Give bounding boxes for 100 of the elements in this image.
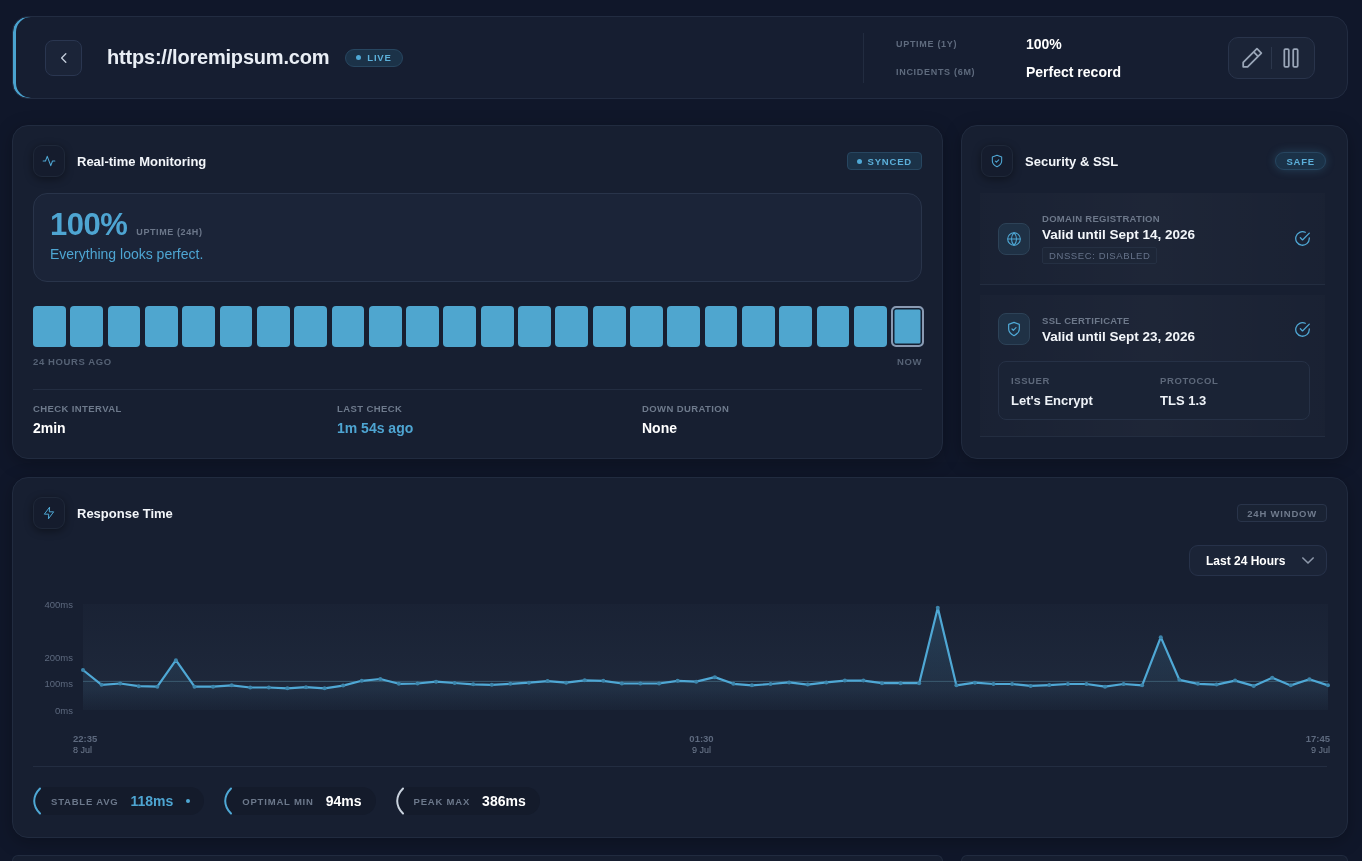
data-point	[1326, 683, 1330, 688]
heartbeat-bar[interactable]	[891, 306, 924, 347]
data-point	[99, 682, 104, 687]
data-point	[1065, 682, 1070, 687]
data-point	[1307, 677, 1312, 682]
uptime-message: Everything looks perfect.	[50, 246, 205, 262]
detail-label: PROTOCOL	[1160, 375, 1220, 386]
heartbeat-bar[interactable]	[704, 306, 738, 347]
data-point	[266, 685, 271, 690]
metric-label: DOWN DURATION	[642, 403, 731, 414]
data-point	[917, 681, 922, 686]
data-point	[898, 681, 903, 686]
stat-label: PEAK MAX	[413, 795, 471, 807]
heartbeat-bar[interactable]	[368, 306, 402, 347]
axis-label: 400ms	[44, 598, 73, 610]
heartbeat-bar[interactable]	[741, 306, 775, 347]
card-title: Response Time	[77, 505, 173, 521]
data-point	[787, 680, 792, 685]
globe-icon	[998, 222, 1030, 255]
heartbeat-bar[interactable]	[779, 306, 813, 347]
data-point	[582, 678, 587, 683]
data-point	[526, 680, 531, 685]
lightning-icon	[33, 497, 65, 529]
data-point	[1233, 678, 1238, 683]
metric-value: 1m 54s ago	[337, 420, 415, 436]
heartbeat-bar[interactable]	[256, 306, 290, 347]
chevron-left-icon	[60, 52, 67, 63]
data-point	[378, 677, 383, 681]
heartbeat-bar[interactable]	[443, 306, 477, 347]
data-point	[322, 686, 327, 691]
chevron-down-icon	[1302, 557, 1314, 564]
data-point	[1177, 677, 1182, 682]
data-point	[248, 685, 253, 690]
heartbeat-bar[interactable]	[107, 306, 141, 347]
data-point	[545, 679, 550, 684]
metric-value: 2min	[33, 420, 67, 436]
status-dot-icon	[186, 799, 191, 803]
detail-value: TLS 1.3	[1160, 393, 1208, 408]
data-point	[935, 605, 940, 610]
shield-check-icon	[981, 145, 1013, 177]
data-point	[1288, 683, 1293, 688]
heartbeat-bar[interactable]	[219, 306, 253, 347]
card-title: Real-time Monitoring	[77, 153, 207, 169]
status-text: 24H WINDOW	[1247, 507, 1317, 519]
data-point	[434, 679, 439, 684]
heartbeat-bar[interactable]	[555, 306, 589, 347]
dnssec-tag: DNSSEC: DISABLED	[1042, 247, 1158, 264]
data-point	[842, 678, 847, 683]
heartbeat-bar[interactable]	[480, 306, 514, 347]
heartbeat-bar[interactable]	[331, 306, 365, 347]
data-point	[471, 682, 476, 687]
axis-label: 9 Jul	[1311, 745, 1330, 755]
timeline-label: NOW	[896, 356, 922, 367]
heartbeat-bar[interactable]	[182, 306, 216, 347]
data-point	[359, 678, 364, 683]
data-point	[564, 680, 569, 685]
detail-label: ISSUER	[1011, 375, 1051, 386]
data-point	[675, 678, 680, 683]
data-point	[972, 680, 977, 685]
data-point	[954, 683, 959, 688]
section-label: DOMAIN REGISTRATION	[1042, 213, 1160, 224]
data-point	[805, 682, 810, 687]
detail-value: Let's Encrypt	[1011, 393, 1094, 408]
data-point	[601, 678, 606, 683]
heartbeat-bar[interactable]	[667, 306, 701, 347]
status-text: SYNCED	[867, 155, 912, 167]
heartbeat-bar[interactable]	[592, 306, 626, 347]
stat-value: 100%	[1026, 35, 1063, 52]
data-point	[1121, 682, 1126, 687]
data-point	[118, 681, 123, 686]
pause-icon	[1283, 47, 1299, 68]
data-point	[341, 683, 346, 688]
data-point	[880, 681, 885, 686]
metric-label: CHECK INTERVAL	[33, 403, 123, 414]
data-point	[1195, 681, 1200, 686]
heartbeat-bar[interactable]	[70, 306, 104, 347]
axis-label: 200ms	[44, 651, 73, 663]
data-point	[1214, 682, 1219, 687]
data-point	[749, 683, 754, 688]
heartbeat-bar[interactable]	[853, 306, 887, 347]
status-text: SAFE	[1286, 155, 1315, 167]
range-dropdown[interactable]: Last 24 Hours	[1189, 545, 1327, 576]
data-point	[731, 681, 736, 686]
status-dot-icon	[356, 55, 362, 60]
site-url: https://loremipsum.com	[107, 46, 330, 69]
heartbeat-bar[interactable]	[144, 306, 178, 347]
heartbeat-bar[interactable]	[816, 306, 850, 347]
data-point	[861, 678, 866, 683]
data-point	[768, 682, 773, 687]
data-point	[396, 681, 401, 686]
data-point	[1251, 683, 1256, 688]
data-point	[81, 668, 85, 672]
data-point	[1140, 683, 1145, 688]
stat-value: Perfect record	[1026, 63, 1122, 80]
metric-label: LAST CHECK	[337, 403, 404, 414]
data-point	[229, 683, 234, 688]
pencil-icon	[1241, 46, 1263, 69]
data-point	[192, 684, 197, 689]
data-point	[638, 681, 643, 686]
axis-label: 17:45	[1305, 733, 1330, 744]
